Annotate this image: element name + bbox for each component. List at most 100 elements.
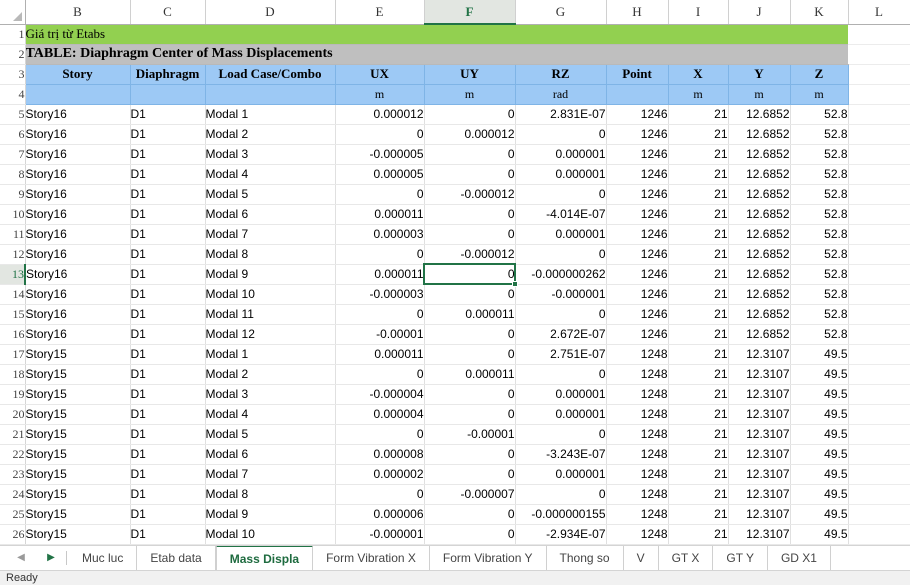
cell-E18-ux[interactable]: 0 xyxy=(335,364,425,385)
cell-J22-y[interactable]: 12.3107 xyxy=(728,444,791,465)
cell-F6-uy[interactable]: 0.000012 xyxy=(424,124,516,145)
cell-H11-point[interactable]: 1246 xyxy=(606,224,669,245)
cell-I21-x[interactable]: 21 xyxy=(668,424,729,445)
cell-I7-x[interactable]: 21 xyxy=(668,144,729,165)
cell-F25-uy[interactable]: 0 xyxy=(424,504,516,525)
cell-L23[interactable] xyxy=(848,464,910,485)
cell-J24-y[interactable]: 12.3107 xyxy=(728,484,791,505)
cell-B18-story[interactable]: Story15 xyxy=(25,364,131,385)
cell-L7[interactable] xyxy=(848,144,910,165)
cell-F16-uy[interactable]: 0 xyxy=(424,324,516,345)
col-title-diaphragm[interactable]: Diaphragm xyxy=(130,64,206,85)
column-header-C[interactable]: C xyxy=(130,0,206,25)
column-header-J[interactable]: J xyxy=(728,0,791,25)
cell-C10-diaphragm[interactable]: D1 xyxy=(130,204,206,225)
col-unit-story[interactable] xyxy=(25,84,131,105)
cell-G17-rz[interactable]: 2.751E-07 xyxy=(515,344,607,365)
cell-K25-z[interactable]: 49.5 xyxy=(790,504,849,525)
cell-F10-uy[interactable]: 0 xyxy=(424,204,516,225)
cell-F18-uy[interactable]: 0.000011 xyxy=(424,364,516,385)
cell-K11-z[interactable]: 52.8 xyxy=(790,224,849,245)
cell-H24-point[interactable]: 1248 xyxy=(606,484,669,505)
row-header-19[interactable]: 19 xyxy=(0,384,26,405)
cell-C19-diaphragm[interactable]: D1 xyxy=(130,384,206,405)
cell-B17-story[interactable]: Story15 xyxy=(25,344,131,365)
cell-E25-ux[interactable]: 0.000006 xyxy=(335,504,425,525)
cell-D24-load-case[interactable]: Modal 8 xyxy=(205,484,336,505)
col-title-point[interactable]: Point xyxy=(606,64,669,85)
cell-H25-point[interactable]: 1248 xyxy=(606,504,669,525)
col-unit-z[interactable]: m xyxy=(790,84,849,105)
cell-F26-uy[interactable]: 0 xyxy=(424,524,516,545)
cell-G16-rz[interactable]: 2.672E-07 xyxy=(515,324,607,345)
cell-F9-uy[interactable]: -0.000012 xyxy=(424,184,516,205)
cell-D23-load-case[interactable]: Modal 7 xyxy=(205,464,336,485)
cell-L13[interactable] xyxy=(848,264,910,285)
cell-E22-ux[interactable]: 0.000008 xyxy=(335,444,425,465)
cell-G18-rz[interactable]: 0 xyxy=(515,364,607,385)
cell-D7-load-case[interactable]: Modal 3 xyxy=(205,144,336,165)
cell-E15-ux[interactable]: 0 xyxy=(335,304,425,325)
cell-C6-diaphragm[interactable]: D1 xyxy=(130,124,206,145)
row-header-26[interactable]: 26 xyxy=(0,524,26,545)
cell-B15-story[interactable]: Story16 xyxy=(25,304,131,325)
cell-E14-ux[interactable]: -0.000003 xyxy=(335,284,425,305)
col-unit-point[interactable] xyxy=(606,84,669,105)
row-header-22[interactable]: 22 xyxy=(0,444,26,465)
cell-J6-y[interactable]: 12.6852 xyxy=(728,124,791,145)
cell-G19-rz[interactable]: 0.000001 xyxy=(515,384,607,405)
col-unit-y[interactable]: m xyxy=(728,84,791,105)
cell-D21-load-case[interactable]: Modal 5 xyxy=(205,424,336,445)
cell-K9-z[interactable]: 52.8 xyxy=(790,184,849,205)
cell-G21-rz[interactable]: 0 xyxy=(515,424,607,445)
cell-I15-x[interactable]: 21 xyxy=(668,304,729,325)
cell-D25-load-case[interactable]: Modal 9 xyxy=(205,504,336,525)
row-header-14[interactable]: 14 xyxy=(0,284,26,305)
cell-J25-y[interactable]: 12.3107 xyxy=(728,504,791,525)
cell-G8-rz[interactable]: 0.000001 xyxy=(515,164,607,185)
cell-H8-point[interactable]: 1246 xyxy=(606,164,669,185)
column-header-K[interactable]: K xyxy=(790,0,849,25)
banner-etabs-source[interactable]: Giá trị từ Etabs xyxy=(25,24,848,45)
row-header-13[interactable]: 13 xyxy=(0,264,26,285)
column-header-I[interactable]: I xyxy=(668,0,729,25)
column-header-B[interactable]: B xyxy=(25,0,131,25)
cell-F21-uy[interactable]: -0.00001 xyxy=(424,424,516,445)
cell-E17-ux[interactable]: 0.000011 xyxy=(335,344,425,365)
cell-H21-point[interactable]: 1248 xyxy=(606,424,669,445)
cell-G24-rz[interactable]: 0 xyxy=(515,484,607,505)
col-title-x[interactable]: X xyxy=(668,64,729,85)
cell-K13-z[interactable]: 52.8 xyxy=(790,264,849,285)
cell-K20-z[interactable]: 49.5 xyxy=(790,404,849,425)
cell-J7-y[interactable]: 12.6852 xyxy=(728,144,791,165)
col-unit-ux[interactable]: m xyxy=(335,84,425,105)
cell-E9-ux[interactable]: 0 xyxy=(335,184,425,205)
cell-I17-x[interactable]: 21 xyxy=(668,344,729,365)
cell-H6-point[interactable]: 1246 xyxy=(606,124,669,145)
cell-K6-z[interactable]: 52.8 xyxy=(790,124,849,145)
row-header-11[interactable]: 11 xyxy=(0,224,26,245)
cell-H9-point[interactable]: 1246 xyxy=(606,184,669,205)
cell-B23-story[interactable]: Story15 xyxy=(25,464,131,485)
col-title-ux[interactable]: UX xyxy=(335,64,425,85)
banner-table-title[interactable]: TABLE: Diaphragm Center of Mass Displace… xyxy=(25,44,848,65)
cell-C9-diaphragm[interactable]: D1 xyxy=(130,184,206,205)
cell-I25-x[interactable]: 21 xyxy=(668,504,729,525)
cell-C17-diaphragm[interactable]: D1 xyxy=(130,344,206,365)
cell-E5-ux[interactable]: 0.000012 xyxy=(335,104,425,125)
cell-G13-rz[interactable]: -0.000000262 xyxy=(515,264,607,285)
cell-H19-point[interactable]: 1248 xyxy=(606,384,669,405)
column-header-D[interactable]: D xyxy=(205,0,336,25)
cell-G20-rz[interactable]: 0.000001 xyxy=(515,404,607,425)
cell-G23-rz[interactable]: 0.000001 xyxy=(515,464,607,485)
cell-E26-ux[interactable]: -0.000001 xyxy=(335,524,425,545)
cell-D12-load-case[interactable]: Modal 8 xyxy=(205,244,336,265)
cell-F7-uy[interactable]: 0 xyxy=(424,144,516,165)
cell-D22-load-case[interactable]: Modal 6 xyxy=(205,444,336,465)
cell-D11-load-case[interactable]: Modal 7 xyxy=(205,224,336,245)
cell-C13-diaphragm[interactable]: D1 xyxy=(130,264,206,285)
cell-G10-rz[interactable]: -4.014E-07 xyxy=(515,204,607,225)
cell-L6[interactable] xyxy=(848,124,910,145)
sheet-tab-gt-x[interactable]: GT X xyxy=(658,546,714,570)
cell-B26-story[interactable]: Story15 xyxy=(25,524,131,545)
